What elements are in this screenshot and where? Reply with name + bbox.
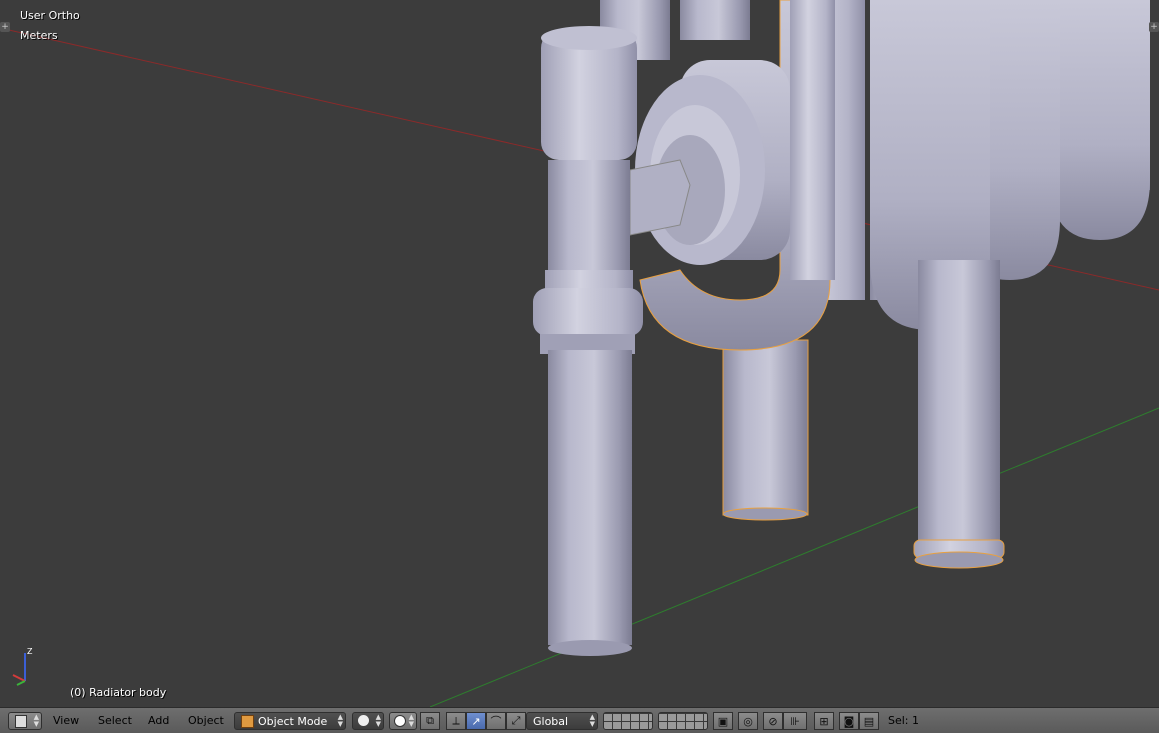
- 3d-viewport[interactable]: User Ortho Meters + + Z (0) Radiator bod…: [0, 0, 1159, 707]
- menu-view[interactable]: View: [53, 714, 79, 727]
- orientation-label: Global: [533, 715, 569, 728]
- limit-selection-icon[interactable]: ⧉: [420, 712, 440, 730]
- manipulator-toggle-icon[interactable]: ⟂: [446, 712, 466, 730]
- scene-layers-2-icon[interactable]: [658, 712, 708, 730]
- menu-object[interactable]: Object: [188, 714, 224, 727]
- mode-label: Object Mode: [258, 715, 328, 728]
- scene-render[interactable]: [0, 0, 1159, 707]
- viewport-header: ▲ ▼ View Select Add Object Object Mode ▲ ▼…: [0, 707, 1159, 733]
- properties-expand-icon[interactable]: +: [1149, 22, 1159, 32]
- menu-select[interactable]: Select: [98, 714, 132, 727]
- transform-orientation-selector[interactable]: Global ▲ ▼: [526, 712, 598, 730]
- selection-count: Sel: 1: [888, 714, 920, 727]
- menu-add[interactable]: Add: [148, 714, 169, 727]
- viewport-shading-selector[interactable]: ▲ ▼: [352, 712, 384, 730]
- toolshelf-expand-icon[interactable]: +: [0, 22, 10, 32]
- view-name-label: User Ortho: [20, 9, 80, 22]
- scale-manipulator-icon[interactable]: ⤢: [506, 712, 526, 730]
- axis-gizmo-icon: Z: [12, 647, 33, 686]
- units-label: Meters: [20, 29, 58, 42]
- active-object-label: (0) Radiator body: [70, 686, 167, 699]
- mode-selector[interactable]: Object Mode ▲ ▼: [234, 712, 346, 730]
- rotate-manipulator-icon[interactable]: ⌒: [486, 712, 506, 730]
- dropdown-arrows-icon: ▲ ▼: [337, 713, 343, 728]
- dropdown-arrows-icon: ▲ ▼: [408, 713, 414, 728]
- snap-element-icon[interactable]: ⊪: [783, 712, 807, 730]
- pivot-icon: [394, 715, 406, 727]
- render-animation-icon[interactable]: ▤: [859, 712, 879, 730]
- editor-type-button[interactable]: ▲ ▼: [8, 712, 42, 730]
- render-camera-icon[interactable]: ◙: [839, 712, 859, 730]
- lock-layers-icon[interactable]: ▣: [713, 712, 733, 730]
- scene-layers-icon[interactable]: [603, 712, 653, 730]
- snap-toggle-icon[interactable]: ⊘: [763, 712, 783, 730]
- proportional-edit-icon[interactable]: ◎: [738, 712, 758, 730]
- solid-shading-icon: [358, 715, 369, 726]
- dropdown-arrows-icon: ▲ ▼: [589, 713, 595, 728]
- pivot-point-selector[interactable]: ▲ ▼: [389, 712, 417, 730]
- cube-view-icon: [15, 715, 27, 728]
- axis-z-label: Z: [27, 647, 33, 656]
- dropdown-arrows-icon: ▲ ▼: [375, 713, 381, 728]
- dropdown-arrows-icon: ▲ ▼: [33, 713, 39, 728]
- snap-target-icon[interactable]: ⊞: [814, 712, 834, 730]
- translate-manipulator-icon[interactable]: ↗: [466, 712, 486, 730]
- object-mode-icon: [241, 715, 254, 728]
